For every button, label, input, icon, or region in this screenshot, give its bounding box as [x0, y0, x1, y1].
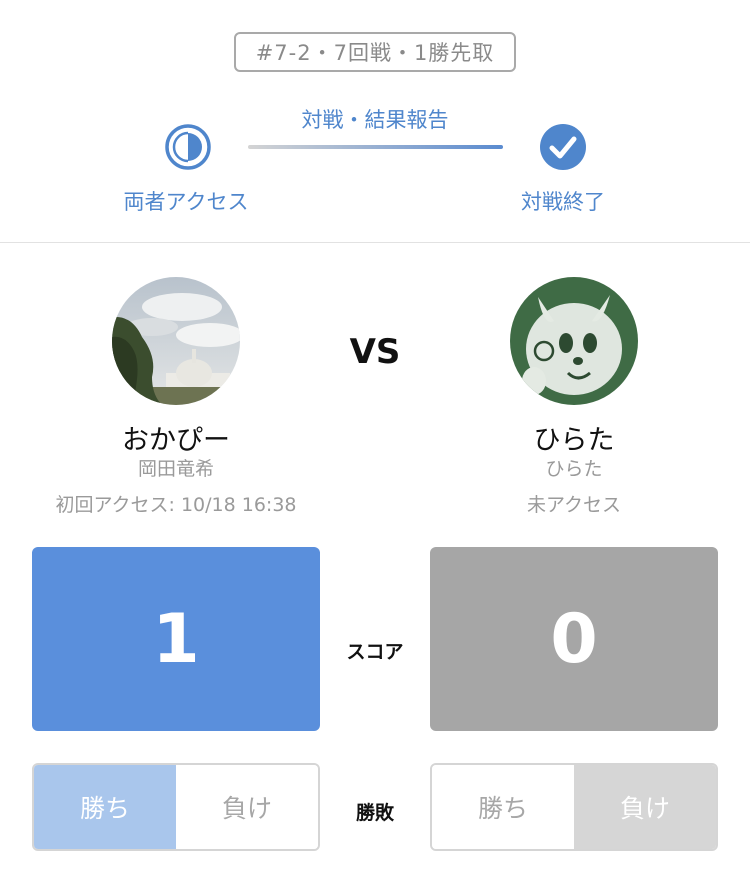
player2-lose-button[interactable]: 負け: [574, 765, 716, 849]
half-circle-icon: [164, 123, 212, 175]
player2-real-name: ひらた: [545, 458, 603, 480]
status-center-label: 対戦・結果報告: [301, 108, 449, 132]
player2-avatar: [510, 277, 638, 405]
result-label: 勝敗: [355, 802, 394, 824]
player2-display-name: ひらた: [533, 425, 615, 456]
status-left-label: 両者アクセス: [123, 190, 249, 214]
match-badge: #7-2・7回戦・1勝先取: [234, 32, 516, 72]
vs-label: VS: [349, 332, 401, 372]
player1-access-status: 初回アクセス: 10/18 16:38: [55, 494, 297, 516]
player1-real-name: 岡田竜希: [137, 458, 214, 480]
player2-win-button[interactable]: 勝ち: [432, 765, 574, 849]
player1-avatar: [112, 277, 240, 405]
player1-display-name: おかぴー: [122, 425, 230, 456]
player2-result-toggle: 勝ち 負け: [430, 763, 718, 851]
divider: [0, 242, 750, 243]
player2-access-status: 未アクセス: [526, 494, 622, 516]
player2-score[interactable]: 0: [430, 547, 718, 731]
player1-result-toggle: 勝ち 負け: [32, 763, 320, 851]
status-progress-line: [248, 145, 503, 149]
player1-lose-button[interactable]: 負け: [176, 765, 318, 849]
player1-win-button[interactable]: 勝ち: [34, 765, 176, 849]
status-right-label: 対戦終了: [521, 190, 605, 214]
player1-score[interactable]: 1: [32, 547, 320, 731]
check-circle-icon: [539, 123, 587, 175]
score-label: スコア: [346, 641, 404, 663]
